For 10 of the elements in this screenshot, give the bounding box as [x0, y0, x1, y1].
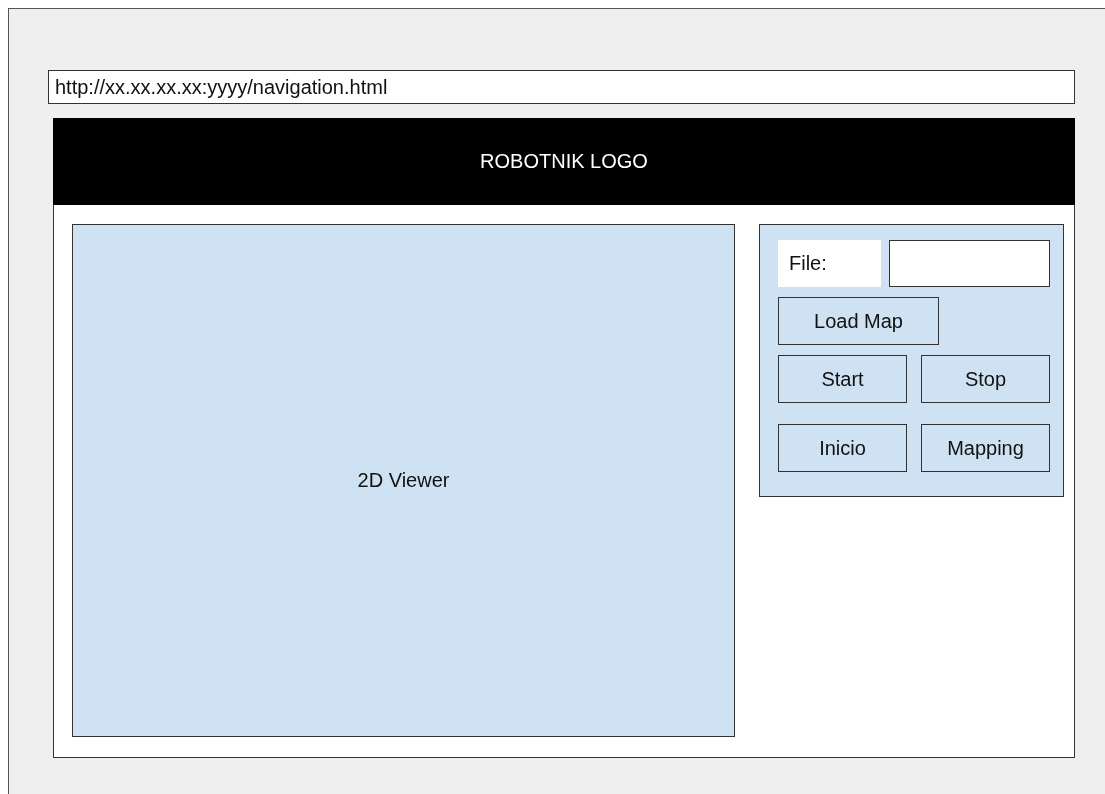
action-button[interactable]: Start: [778, 355, 907, 403]
action-button[interactable]: Stop: [921, 355, 1050, 403]
action-button[interactable]: Load Map: [778, 297, 939, 345]
logo-text: ROBOTNIK LOGO: [480, 150, 648, 173]
address-bar[interactable]: http://xx.xx.xx.xx:yyyy/navigation.html: [48, 70, 1075, 104]
action-button[interactable]: Inicio: [778, 424, 907, 472]
file-input[interactable]: [889, 240, 1050, 287]
action-button[interactable]: Mapping: [921, 424, 1050, 472]
viewer-label: 2D Viewer: [357, 469, 450, 492]
file-label: File:: [778, 240, 881, 287]
